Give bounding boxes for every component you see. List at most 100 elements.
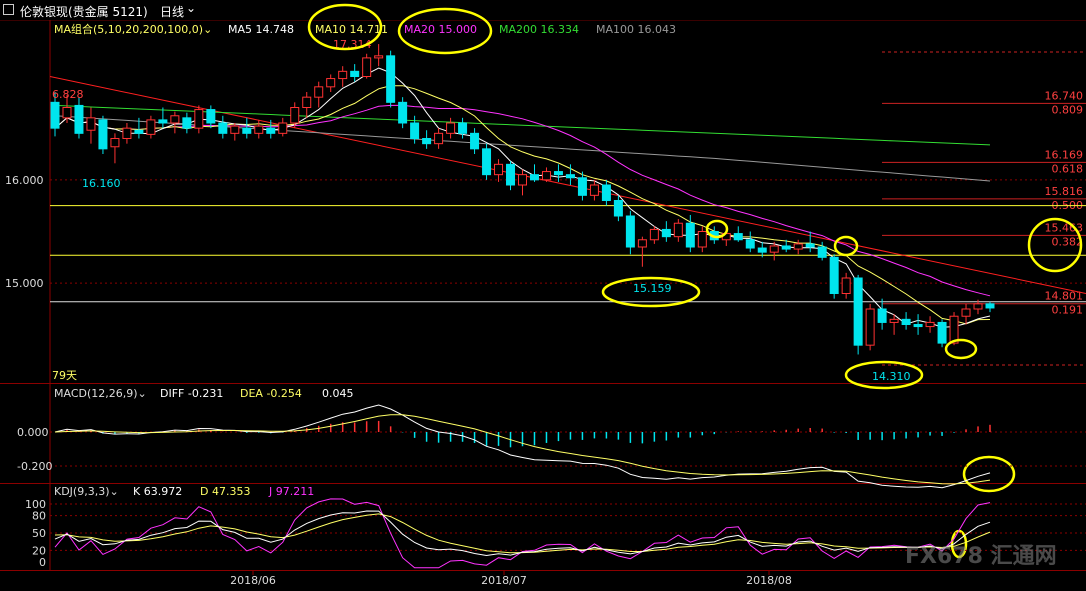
candle-body xyxy=(541,171,551,181)
y-tick-label: 15.000 xyxy=(5,277,44,290)
candle-body xyxy=(386,55,396,103)
x-tick-label: 2018/08 xyxy=(746,574,792,587)
candle-body xyxy=(685,222,695,248)
ma-indicator-label: MA组合(5,10,20,200,100,0)⌄ xyxy=(54,22,212,36)
price-chart[interactable]: 16.000 15.000 16.7400.809 16.1690.618 15.816… xyxy=(0,0,1086,591)
candle-body xyxy=(446,122,456,134)
candle-body xyxy=(74,104,84,134)
candle-body xyxy=(194,109,204,129)
watermark-text: FX678 汇通网 xyxy=(905,544,1057,569)
candle-body xyxy=(673,222,683,238)
fib-ratio-label: 0.809 xyxy=(1052,103,1084,116)
candle-body xyxy=(182,117,192,129)
candle-body xyxy=(482,148,492,176)
candle-body xyxy=(290,107,300,124)
candle-body xyxy=(913,324,923,328)
candle-body xyxy=(649,228,659,241)
candle-body xyxy=(338,70,348,80)
annotation-ellipse xyxy=(962,455,1016,493)
candle-body xyxy=(158,119,168,124)
macd-diff-line xyxy=(54,404,991,489)
candle-body xyxy=(362,57,372,78)
ma20-line xyxy=(54,104,991,297)
candle-body xyxy=(146,119,156,135)
candle-body xyxy=(625,215,635,248)
candle-body xyxy=(278,122,288,134)
ma-value-label: MA100 16.043 xyxy=(596,23,676,36)
candle-body xyxy=(589,184,599,196)
annotation-ellipse xyxy=(833,235,859,257)
macd-indicator-label: MACD(12,26,9)⌄ xyxy=(54,387,147,400)
candle-body xyxy=(661,228,671,238)
candle-body xyxy=(637,239,647,248)
candle-body xyxy=(98,119,108,150)
candle-body xyxy=(697,231,707,248)
y-tick-label: 0 xyxy=(39,556,46,569)
candle-body xyxy=(793,243,803,250)
low-price-label: 15.159 xyxy=(633,282,672,295)
candle-body xyxy=(973,303,983,310)
candle-body xyxy=(134,129,144,134)
candle-body xyxy=(577,177,587,196)
y-tick-label: 16.000 xyxy=(5,174,44,187)
candle-body xyxy=(613,200,623,217)
candle-body xyxy=(254,125,264,134)
candle-body xyxy=(110,138,120,148)
candle-body xyxy=(62,107,72,119)
fib-price-label: 15.816 xyxy=(1045,185,1084,198)
y-tick-label: 0.000 xyxy=(17,426,49,439)
x-tick-label: 2018/07 xyxy=(481,574,527,587)
y-tick-label: -0.200 xyxy=(17,460,52,473)
candle-body xyxy=(601,184,611,201)
candle-body xyxy=(733,233,743,241)
candle-body xyxy=(901,318,911,326)
fib-price-label: 16.169 xyxy=(1045,148,1084,161)
candle-body xyxy=(458,122,468,134)
kdj-indicator-label: KDJ(9,3,3)⌄ xyxy=(54,485,119,498)
candle-body xyxy=(494,163,504,176)
annotation-ellipse xyxy=(944,338,978,360)
candle-body xyxy=(422,138,432,145)
candle-body xyxy=(853,277,863,346)
fib-ratio-label: 0.191 xyxy=(1052,304,1084,317)
y-tick-label: 50 xyxy=(32,527,46,540)
left-high-label: 6.828 xyxy=(52,88,84,101)
candle-body xyxy=(817,246,827,258)
ma-value-label: MA5 14.748 xyxy=(228,23,294,36)
kdj-d-label: D 47.353 xyxy=(200,485,250,498)
candle-body xyxy=(350,70,360,78)
candle-body xyxy=(266,127,276,134)
candle-body xyxy=(841,277,851,294)
candle-body xyxy=(470,132,480,150)
candle-body xyxy=(889,318,899,323)
candle-body xyxy=(805,243,815,248)
candle-body xyxy=(757,247,767,253)
kdj-j-label: J 97.211 xyxy=(268,485,314,498)
candle-body xyxy=(122,127,132,140)
candle-body xyxy=(506,163,516,186)
candle-body xyxy=(374,55,384,59)
candle-body xyxy=(242,127,252,134)
low-price-label: 14.310 xyxy=(872,370,911,383)
macd-value-label: 0.045 xyxy=(322,387,354,400)
candle-body xyxy=(745,239,755,249)
candle-body xyxy=(769,245,779,253)
candle-body xyxy=(961,308,971,317)
ma-value-label: MA10 14.711 xyxy=(315,23,388,36)
y-tick-label: 80 xyxy=(32,510,46,523)
trend-line xyxy=(49,76,1086,294)
fib-ratio-label: 0.618 xyxy=(1052,162,1084,175)
fib-ratio-label: 0.382 xyxy=(1052,235,1084,248)
macd-dea-line xyxy=(54,414,991,485)
candle-body xyxy=(925,321,935,328)
candle-body xyxy=(170,115,180,124)
fib-price-label: 16.740 xyxy=(1045,89,1084,102)
ma-value-label: MA200 16.334 xyxy=(499,23,579,36)
day-count-label: 79天 xyxy=(52,369,77,382)
candle-body xyxy=(50,101,60,129)
candle-body xyxy=(877,308,887,323)
macd-dea-label: DEA -0.254 xyxy=(240,387,302,400)
candle-body xyxy=(565,174,575,179)
candle-body xyxy=(398,101,408,124)
candle-body xyxy=(518,174,527,186)
